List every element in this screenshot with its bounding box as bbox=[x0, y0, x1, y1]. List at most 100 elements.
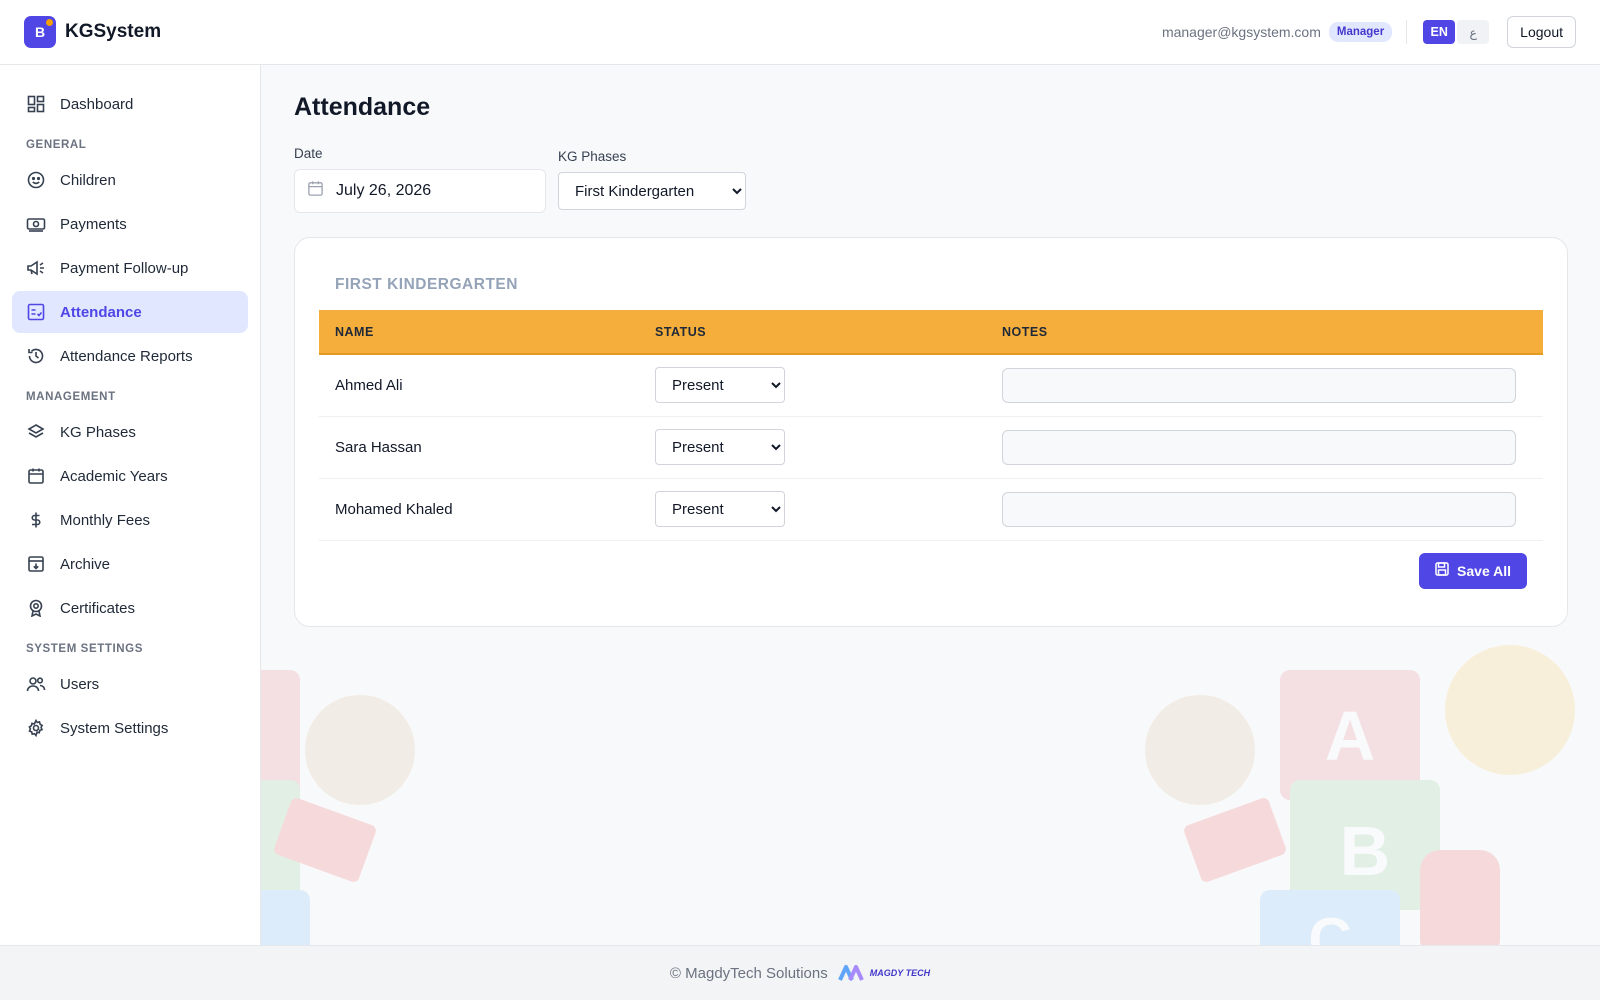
footer-copyright: © MagdyTech Solutions bbox=[669, 964, 828, 982]
brand-name: KGSystem bbox=[65, 21, 162, 42]
notes-cell bbox=[986, 416, 1543, 479]
status-select[interactable]: Present bbox=[655, 367, 785, 404]
filter-bar: Date July 26, 2026 KG Phases First Kinde… bbox=[294, 146, 1568, 213]
table-row: Mohamed Khaled Present bbox=[319, 478, 1543, 541]
sidebar-item-label: Payments bbox=[60, 215, 127, 233]
sidebar-item-academic-years[interactable]: Academic Years bbox=[12, 455, 248, 497]
sidebar-item-children[interactable]: Children bbox=[12, 159, 248, 201]
award-icon bbox=[26, 598, 46, 618]
sidebar-item-users[interactable]: Users bbox=[12, 663, 248, 705]
sidebar-item-label: Payment Follow-up bbox=[60, 259, 189, 277]
student-name: Mohamed Khaled bbox=[319, 478, 639, 541]
card-actions: Save All bbox=[319, 541, 1543, 589]
brand-logo-dot bbox=[46, 19, 53, 26]
sidebar-item-system-settings[interactable]: System Settings bbox=[12, 707, 248, 749]
layers-icon bbox=[26, 422, 46, 442]
history-icon bbox=[26, 346, 46, 366]
status-cell: Present bbox=[639, 478, 986, 541]
archive-icon bbox=[26, 554, 46, 574]
phase-label: KG Phases bbox=[558, 149, 627, 164]
table-row: Ahmed Ali Present bbox=[319, 354, 1543, 417]
kg-phase-select[interactable]: First Kindergarten bbox=[558, 172, 746, 210]
sidebar-item-label: Dashboard bbox=[60, 95, 134, 113]
sidebar-item-label: Attendance bbox=[60, 303, 142, 321]
column-header-status: STATUS bbox=[639, 310, 986, 355]
notes-cell bbox=[986, 354, 1543, 417]
table-row: Sara Hassan Present bbox=[319, 416, 1543, 479]
sidebar: Dashboard GENERAL Children Payments Paym… bbox=[0, 65, 261, 945]
dashboard-icon bbox=[26, 94, 46, 114]
nav-section-general: GENERAL bbox=[26, 139, 87, 151]
nav-section-management: MANAGEMENT bbox=[26, 391, 116, 403]
date-label: Date bbox=[294, 146, 323, 161]
language-switcher: EN ع bbox=[1423, 20, 1490, 44]
sidebar-item-label: Users bbox=[60, 675, 100, 693]
brand[interactable]: B KGSystem bbox=[24, 16, 161, 48]
magdytech-logo-text: MAGDY TECH bbox=[869, 968, 931, 978]
status-select[interactable]: Present bbox=[655, 429, 785, 465]
footer: © MagdyTech Solutions MAGDY TECH bbox=[0, 945, 1600, 1000]
magdytech-logo: MAGDY TECH bbox=[837, 964, 931, 982]
sidebar-item-attendance[interactable]: Attendance bbox=[12, 291, 248, 333]
column-header-name: NAME bbox=[319, 310, 639, 355]
sidebar-item-kg-phases[interactable]: KG Phases bbox=[12, 411, 248, 453]
sidebar-item-label: Certificates bbox=[60, 599, 136, 617]
sidebar-item-label: Children bbox=[60, 171, 116, 189]
sidebar-item-payments[interactable]: Payments bbox=[12, 203, 248, 245]
notes-input[interactable] bbox=[1002, 491, 1516, 527]
attendance-icon bbox=[26, 302, 46, 322]
role-badge: Manager bbox=[1328, 22, 1393, 42]
megaphone-icon bbox=[26, 258, 46, 278]
smiley-icon bbox=[26, 170, 46, 190]
magdytech-logo-mark-icon bbox=[837, 965, 864, 981]
brand-logo-letter: B bbox=[34, 24, 46, 40]
calendar-icon bbox=[307, 180, 324, 202]
status-cell: Present bbox=[639, 416, 986, 479]
attendance-card: FIRST KINDERGARTEN NAME STATUS NOTES Ahm… bbox=[294, 237, 1568, 627]
cash-icon bbox=[26, 214, 46, 234]
card-title: FIRST KINDERGARTEN bbox=[335, 276, 518, 293]
sidebar-item-monthly-fees[interactable]: Monthly Fees bbox=[12, 499, 248, 541]
gear-icon bbox=[26, 718, 46, 738]
date-value: July 26, 2026 bbox=[336, 182, 432, 199]
sidebar-item-attendance-reports[interactable]: Attendance Reports bbox=[12, 335, 248, 377]
date-input[interactable]: July 26, 2026 bbox=[294, 169, 546, 213]
student-name: Sara Hassan bbox=[319, 416, 639, 479]
dollar-icon bbox=[26, 510, 46, 530]
sidebar-item-label: Attendance Reports bbox=[60, 347, 193, 365]
main-content: Attendance Date July 26, 2026 KG Phases … bbox=[262, 65, 1600, 945]
sidebar-item-label: Monthly Fees bbox=[60, 511, 151, 529]
logout-button[interactable]: Logout bbox=[1507, 16, 1576, 48]
sidebar-item-label: KG Phases bbox=[60, 423, 136, 441]
student-name: Ahmed Ali bbox=[319, 354, 639, 417]
sidebar-item-archive[interactable]: Archive bbox=[12, 543, 248, 585]
notes-input[interactable] bbox=[1002, 367, 1516, 403]
table-header-row: NAME STATUS NOTES bbox=[319, 310, 1543, 355]
header-divider bbox=[1406, 20, 1408, 44]
phase-field: KG Phases First Kindergarten bbox=[558, 149, 746, 210]
save-all-button[interactable]: Save All bbox=[1419, 552, 1527, 589]
date-field: Date July 26, 2026 bbox=[294, 146, 546, 213]
sidebar-item-payment-followup[interactable]: Payment Follow-up bbox=[12, 247, 248, 289]
brand-logo-icon: B bbox=[24, 16, 56, 48]
save-all-label: Save All bbox=[1457, 562, 1511, 579]
lang-ar-button[interactable]: ع bbox=[1457, 20, 1490, 44]
column-header-notes: NOTES bbox=[986, 310, 1543, 355]
sidebar-item-label: System Settings bbox=[60, 719, 169, 737]
notes-input[interactable] bbox=[1002, 429, 1516, 465]
header-user-area: manager@kgsystem.com Manager EN ع Logout bbox=[1162, 16, 1576, 48]
top-header: B KGSystem manager@kgsystem.com Manager … bbox=[0, 0, 1600, 65]
status-cell: Present bbox=[639, 354, 986, 417]
notes-cell bbox=[986, 478, 1543, 541]
calendar-icon bbox=[26, 466, 46, 486]
save-icon bbox=[1435, 562, 1449, 579]
nav-section-system-settings: SYSTEM SETTINGS bbox=[26, 643, 143, 655]
lang-en-button[interactable]: EN bbox=[1423, 20, 1456, 44]
sidebar-item-certificates[interactable]: Certificates bbox=[12, 587, 248, 629]
sidebar-item-dashboard[interactable]: Dashboard bbox=[12, 83, 248, 125]
users-icon bbox=[26, 674, 46, 694]
sidebar-item-label: Academic Years bbox=[60, 467, 168, 485]
sidebar-item-label: Archive bbox=[60, 555, 111, 573]
user-email: manager@kgsystem.com bbox=[1161, 24, 1321, 40]
status-select[interactable]: Present bbox=[655, 491, 785, 527]
